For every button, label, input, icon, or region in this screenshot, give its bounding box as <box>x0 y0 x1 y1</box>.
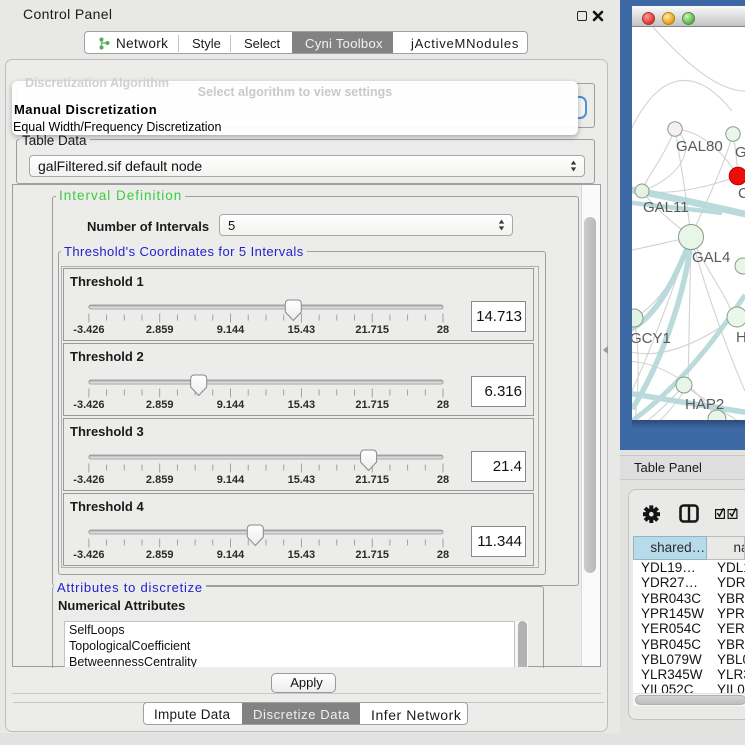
svg-text:9.144: 9.144 <box>217 474 245 486</box>
svg-text:15.43: 15.43 <box>288 399 316 411</box>
svg-text:-3.426: -3.426 <box>73 324 104 336</box>
svg-text:GAL11: GAL11 <box>643 199 689 216</box>
svg-text:28: 28 <box>437 324 449 336</box>
svg-text:2.859: 2.859 <box>146 399 174 411</box>
svg-text:15.43: 15.43 <box>288 549 316 561</box>
svg-text:28: 28 <box>437 549 449 561</box>
svg-text:15.43: 15.43 <box>288 324 316 336</box>
svg-text:-3.426: -3.426 <box>73 474 104 486</box>
svg-text:GAL80: GAL80 <box>676 138 723 155</box>
svg-text:2.859: 2.859 <box>146 549 174 561</box>
svg-text:9.144: 9.144 <box>217 549 245 561</box>
svg-text:GAL4: GAL4 <box>692 249 730 266</box>
svg-text:G.: G. <box>735 144 745 161</box>
svg-text:-3.426: -3.426 <box>73 549 104 561</box>
svg-text:28: 28 <box>437 399 449 411</box>
svg-text:21.715: 21.715 <box>355 324 389 336</box>
svg-text:C: C <box>738 185 745 202</box>
svg-text:-3.426: -3.426 <box>73 399 104 411</box>
svg-text:GCY1: GCY1 <box>632 330 671 347</box>
svg-text:21.715: 21.715 <box>355 474 389 486</box>
svg-text:2.859: 2.859 <box>146 324 174 336</box>
svg-text:21.715: 21.715 <box>355 549 389 561</box>
svg-text:2.859: 2.859 <box>146 474 174 486</box>
svg-text:15.43: 15.43 <box>288 474 316 486</box>
svg-text:9.144: 9.144 <box>217 399 245 411</box>
svg-text:21.715: 21.715 <box>355 399 389 411</box>
svg-text:9.144: 9.144 <box>217 324 245 336</box>
svg-text:H: H <box>736 329 745 346</box>
svg-text:HAP2: HAP2 <box>685 396 724 413</box>
svg-text:28: 28 <box>437 474 449 486</box>
